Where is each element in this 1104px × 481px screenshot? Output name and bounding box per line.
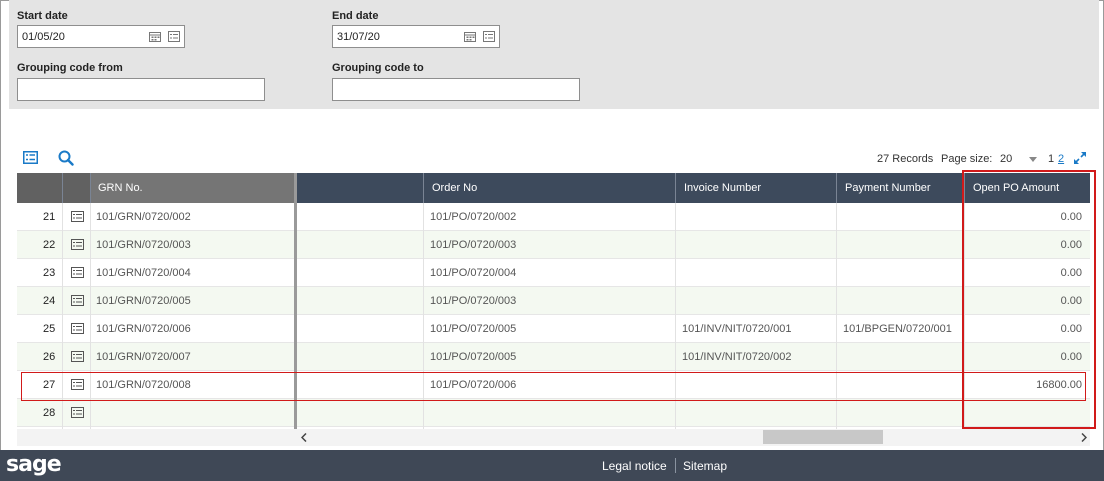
order-cell: 101/PO/0720/003: [430, 239, 517, 251]
grouping-from-label: Grouping code from: [17, 62, 123, 74]
row-number: 28: [43, 407, 56, 419]
col-grn-label: GRN No.: [98, 182, 143, 194]
horizontal-scrollbar[interactable]: [17, 429, 1090, 446]
invoice-cell: 101/INV/NIT/0720/002: [682, 351, 792, 363]
col-invoice-label: Invoice Number: [684, 182, 762, 194]
row-detail-icon[interactable]: [71, 323, 84, 334]
table-row[interactable]: 23 101/GRN/0720/004 101/PO/0720/004 0.00: [17, 259, 1090, 287]
row-detail-icon[interactable]: [71, 239, 84, 250]
grouping-to-field[interactable]: [332, 78, 580, 101]
start-date-field[interactable]: 01/05/20: [17, 25, 185, 48]
grn-cell: 101/GRN/0720/004: [96, 267, 191, 279]
order-cell: 101/PO/0720/005: [430, 351, 517, 363]
payment-cell: 101/BPGEN/0720/001: [843, 323, 952, 335]
scroll-left-icon[interactable]: [301, 433, 307, 442]
grouping-to-label: Grouping code to: [332, 62, 424, 74]
calendar-icon[interactable]: [464, 31, 476, 42]
row-detail-icon[interactable]: [71, 211, 84, 222]
row-icon-header: [62, 173, 90, 203]
highlight-row-27: [21, 372, 1086, 401]
end-date-value: 31/07/20: [337, 31, 380, 43]
page-2-link[interactable]: 2: [1058, 153, 1064, 165]
chevron-down-icon[interactable]: [1029, 157, 1037, 162]
scrollbar-thumb[interactable]: [763, 430, 883, 444]
end-date-label: End date: [332, 10, 379, 22]
order-cell: 101/PO/0720/004: [430, 267, 517, 279]
list-view-icon[interactable]: [23, 151, 38, 164]
header-separator: [90, 173, 91, 203]
grn-cell: 101/GRN/0720/003: [96, 239, 191, 251]
row-number-header: [17, 173, 62, 203]
footer-bar: sage Legal notice Sitemap: [0, 450, 1104, 481]
search-icon[interactable]: [58, 150, 74, 166]
row-detail-icon[interactable]: [71, 295, 84, 306]
expand-icon[interactable]: [1073, 151, 1087, 165]
row-number: 22: [43, 239, 56, 251]
end-date-field[interactable]: 31/07/20: [332, 25, 500, 48]
row-detail-icon[interactable]: [71, 351, 84, 362]
row-number: 21: [43, 211, 56, 223]
footer-divider: [675, 458, 676, 473]
row-number: 25: [43, 323, 56, 335]
invoice-cell: 101/INV/NIT/0720/001: [682, 323, 792, 335]
header-separator: [423, 173, 424, 203]
header-separator: [836, 173, 837, 203]
header-separator: [675, 173, 676, 203]
calendar-icon[interactable]: [149, 31, 161, 42]
page-size-label: Page size:: [941, 153, 993, 165]
row-detail-icon[interactable]: [71, 267, 84, 278]
row-detail-icon[interactable]: [71, 407, 84, 418]
order-cell: 101/PO/0720/002: [430, 211, 517, 223]
grn-cell: 101/GRN/0720/006: [96, 323, 191, 335]
sitemap-link[interactable]: Sitemap: [683, 459, 727, 473]
table-row[interactable]: 24 101/GRN/0720/005 101/PO/0720/003 0.00: [17, 287, 1090, 315]
row-number: 23: [43, 267, 56, 279]
table-row[interactable]: 28: [17, 399, 1090, 427]
order-cell: 101/PO/0720/005: [430, 323, 517, 335]
table-row[interactable]: 22 101/GRN/0720/003 101/PO/0720/003 0.00: [17, 231, 1090, 259]
records-count: 27 Records: [877, 153, 934, 165]
header-separator: [62, 173, 63, 203]
col-order-header[interactable]: Order No: [424, 173, 675, 203]
page-1-link[interactable]: 1: [1048, 153, 1054, 165]
col-payment-header[interactable]: Payment Number: [837, 173, 964, 203]
row-number: 26: [43, 351, 56, 363]
table-row[interactable]: 25 101/GRN/0720/006 101/PO/0720/005 101/INV…: [17, 315, 1090, 343]
detail-icon[interactable]: [168, 31, 180, 42]
page-size-value[interactable]: 20: [1000, 153, 1012, 165]
start-date-label: Start date: [17, 10, 68, 22]
table-row[interactable]: 21 101/GRN/0720/002 101/PO/0720/002 0.00: [17, 203, 1090, 231]
col-invoice-header[interactable]: Invoice Number: [676, 173, 836, 203]
table-row[interactable]: 26 101/GRN/0720/007 101/PO/0720/005 101/INV…: [17, 343, 1090, 371]
sage-logo: sage: [6, 452, 62, 477]
detail-icon[interactable]: [483, 31, 495, 42]
scroll-right-icon[interactable]: [1081, 433, 1087, 442]
grn-cell: 101/GRN/0720/007: [96, 351, 191, 363]
order-cell: 101/PO/0720/003: [430, 295, 517, 307]
start-date-value: 01/05/20: [22, 31, 65, 43]
row-number: 24: [43, 295, 56, 307]
grouping-from-field[interactable]: [17, 78, 265, 101]
grn-cell: 101/GRN/0720/002: [96, 211, 191, 223]
legal-notice-link[interactable]: Legal notice: [602, 459, 667, 473]
col-payment-label: Payment Number: [845, 182, 931, 194]
grn-cell: 101/GRN/0720/005: [96, 295, 191, 307]
col-order-label: Order No: [432, 182, 478, 194]
col-grn-header[interactable]: GRN No.: [90, 173, 294, 203]
